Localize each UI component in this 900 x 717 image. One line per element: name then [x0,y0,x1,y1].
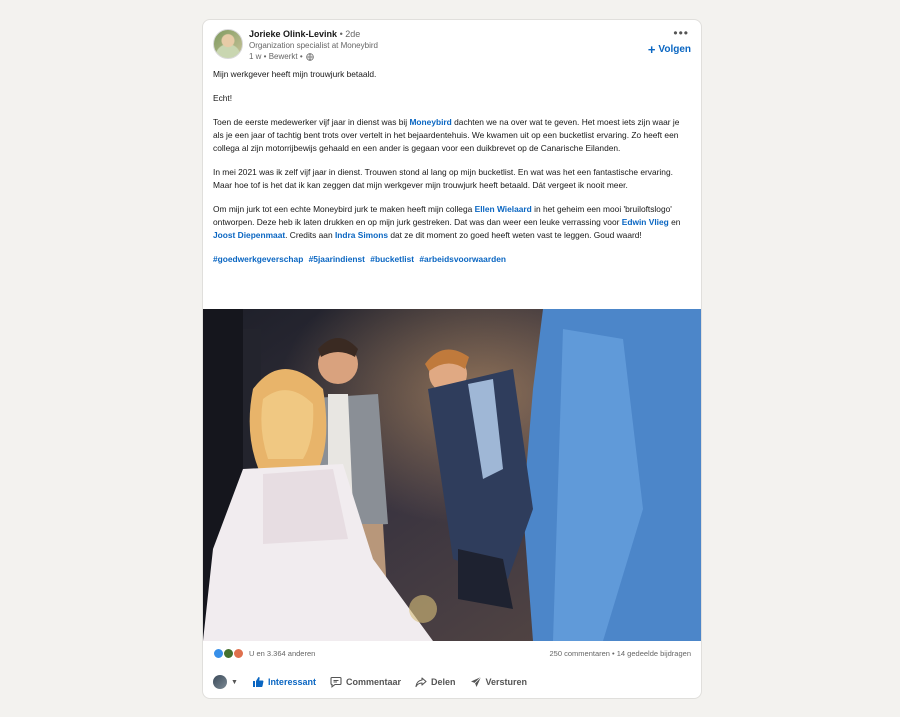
mention-moneybird[interactable]: Moneybird [409,117,451,127]
paragraph-3: Toen de eerste medewerker vijf jaar in d… [213,116,691,155]
comment-label: Commentaar [345,677,401,687]
post-header: Jorieke Olink-Levink • 2de Organization … [213,26,691,72]
author-name[interactable]: Jorieke Olink-Levink [249,29,337,39]
interessant-button[interactable]: Interessant [252,676,316,688]
paragraph-2: Echt! [213,93,233,103]
social-counts: U en 3.364 anderen 250 commentaren • 14 … [213,647,691,659]
author-headline: Organization specialist at Moneybird [249,41,378,50]
send-button[interactable]: Versturen [470,676,528,688]
share-label: Delen [430,677,456,687]
user-avatar [213,675,227,689]
comments-shares-count[interactable]: 250 commentaren • 14 gedeelde bijdragen [550,649,691,658]
reactions-count: U en 3.364 anderen [249,648,316,658]
interessant-label: Interessant [267,677,316,687]
mention-indra-simons[interactable]: Indra Simons [335,230,388,240]
post-photo[interactable] [203,309,701,641]
mention-edwin-vlieg[interactable]: Edwin Vlieg [622,217,669,227]
follow-label: Volgen [658,44,691,55]
paragraph-5: Om mijn jurk tot een echte Moneybird jur… [213,203,691,242]
text-span: en [668,217,681,227]
post-card: Jorieke Olink-Levink • 2de Organization … [202,19,702,699]
text-span: dat ze dit moment zo goed heeft weten va… [388,230,642,240]
text-span: Toen de eerste medewerker vijf jaar in d… [213,117,410,127]
send-icon [470,676,481,687]
paragraph-1: Mijn werkgever heeft mijn trouwjurk beta… [213,69,377,79]
comment-button[interactable]: Commentaar [330,676,401,688]
more-options-button[interactable]: ••• [673,26,689,40]
action-bar: ▼ Interessant Commentaar Delen Versturen [213,672,691,692]
post-text: Mijn werkgever heeft mijn trouwjurk beta… [213,68,691,277]
caret-down-icon: ▼ [231,678,238,686]
send-label: Versturen [485,677,528,687]
post-time: 1 w • Bewerkt • [249,52,303,61]
follow-button[interactable]: + Volgen [647,41,691,57]
thumbs-up-icon [252,677,264,687]
post-meta: 1 w • Bewerkt • [249,51,378,62]
connection-degree: • 2de [339,29,361,39]
reactions-summary[interactable]: U en 3.364 anderen [213,647,316,659]
hashtag-link[interactable]: #5jaarindienst [309,254,365,264]
paragraph-4: In mei 2021 was ik zelf vijf jaar in die… [213,167,673,190]
comment-icon [330,676,342,688]
mention-ellen-wielaard[interactable]: Ellen Wielaard [475,204,532,214]
text-span: Om mijn jurk tot een echte Moneybird jur… [213,204,475,214]
author-info: Jorieke Olink-Levink • 2de Organization … [249,28,378,62]
hashtag-list: #goedwerkgeverschap #5jaarindienst #buck… [213,253,691,266]
hashtag-link[interactable]: #bucketlist [370,254,414,264]
reaction-identity-selector[interactable]: ▼ [213,675,238,689]
mention-joost-diepenmaat[interactable]: Joost Diepenmaat [213,230,285,240]
author-avatar[interactable] [213,29,243,59]
share-arrow-icon [415,677,427,688]
plus-icon: + [647,41,656,57]
love-reaction-icon [233,647,244,659]
globe-icon [305,52,314,61]
hashtag-link[interactable]: #arbeidsvoorwaarden [419,254,506,264]
wedding-photo-image [203,309,701,641]
text-span: . Credits aan [285,230,335,240]
share-button[interactable]: Delen [415,676,456,688]
hashtag-link[interactable]: #goedwerkgeverschap [213,254,303,264]
